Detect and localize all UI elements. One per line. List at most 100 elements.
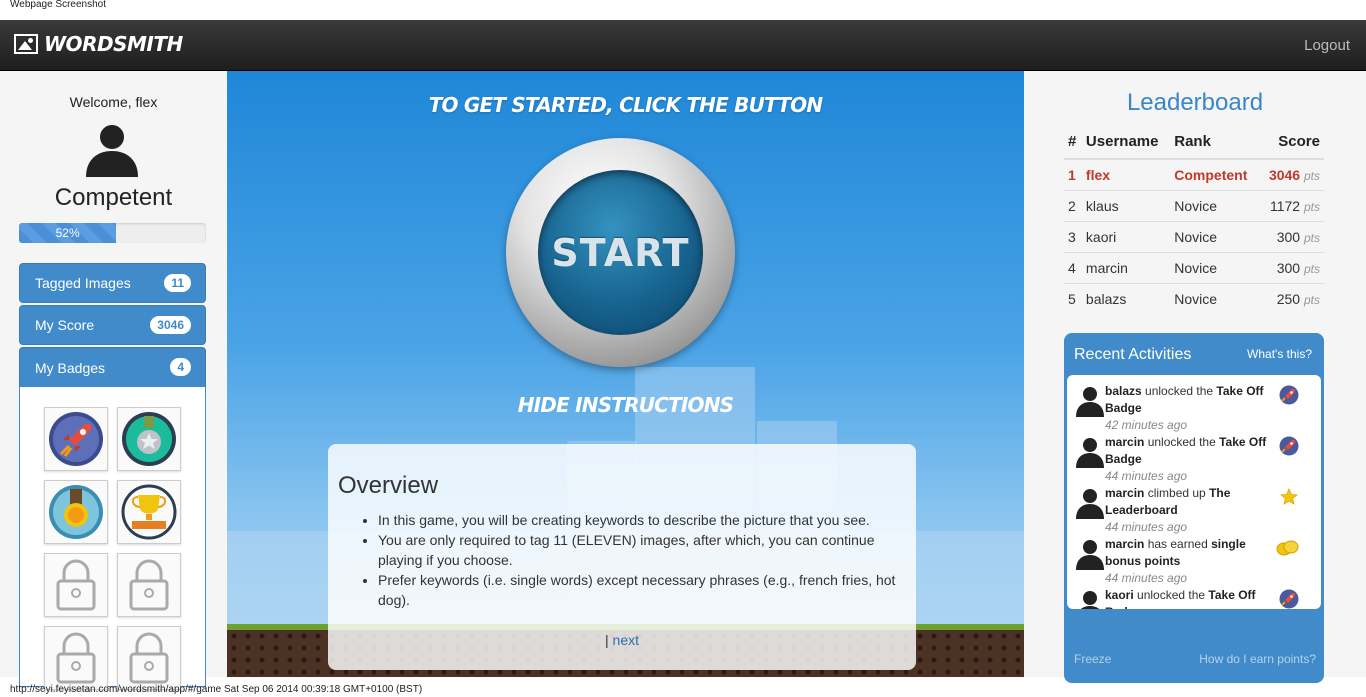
badge-locked[interactable] (44, 626, 108, 690)
start-button[interactable]: START (538, 170, 703, 335)
my-score-item[interactable]: My Score 3046 (19, 305, 206, 345)
rocket-icon (1279, 385, 1299, 405)
recent-activities-title: Recent Activities (1074, 346, 1192, 363)
col-score: Score (1259, 127, 1324, 160)
activity-user[interactable]: kaori (1105, 588, 1134, 602)
lock-icon (129, 559, 169, 611)
my-score-count: 3046 (150, 316, 191, 334)
coins-icon (1276, 540, 1299, 556)
user-avatar-icon (1076, 540, 1104, 570)
tagged-images-count: 11 (164, 274, 191, 292)
brand-logo[interactable]: WORDSMITH (14, 32, 183, 56)
badges-grid (19, 387, 206, 690)
lock-icon (56, 632, 96, 684)
freeze-link[interactable]: Freeze (1074, 652, 1111, 666)
screenshot-caption: Webpage Screenshot (10, 0, 106, 10)
overview-item: You are only required to tag 11 (ELEVEN)… (378, 530, 906, 570)
my-badges-label: My Badges (35, 360, 106, 376)
activity-action: unlocked the (1133, 588, 1209, 602)
activity-action: unlocked the (1141, 384, 1217, 398)
activity-user[interactable]: marcin (1105, 486, 1144, 500)
next-link[interactable]: next (613, 632, 639, 648)
activity-text: kaori unlocked the Take Off Badge (1105, 587, 1280, 609)
user-avatar-icon (1080, 591, 1100, 609)
row-score: 300 pts (1259, 252, 1324, 284)
badge-rocket[interactable] (44, 407, 108, 471)
whats-this-link[interactable]: What's this? (1247, 347, 1312, 361)
game-stage: TO GET STARTED, CLICK THE BUTTON START H… (227, 71, 1024, 677)
activity-feed[interactable]: balazs unlocked the Take Off Badge 42 min… (1067, 375, 1321, 609)
row-score: 300 pts (1259, 221, 1324, 253)
score-value: 300 (1276, 229, 1301, 245)
row-username[interactable]: flex (1081, 158, 1171, 191)
row-score: 250 pts (1259, 283, 1324, 315)
user-avatar-icon (1076, 489, 1104, 519)
activity-user[interactable]: marcin (1105, 537, 1144, 551)
lock-icon (56, 559, 96, 611)
badge-locked[interactable] (117, 553, 181, 617)
recent-activities-panel: Recent Activities What's this? balazs un… (1064, 333, 1324, 683)
tagged-images-item[interactable]: Tagged Images 11 (19, 263, 206, 303)
earn-points-link[interactable]: How do I earn points? (1199, 652, 1316, 666)
row-username[interactable]: klaus (1081, 190, 1171, 222)
col-username: Username (1081, 127, 1171, 160)
pts-label: pts (1303, 169, 1320, 183)
welcome-text: Welcome, flex (69, 94, 158, 110)
row-rank: Competent (1170, 158, 1260, 191)
top-navbar: WORDSMITH Logout (0, 20, 1366, 71)
user-rank-title: Competent (54, 184, 173, 211)
overview-item: In this game, you will be creating keywo… (378, 510, 906, 530)
activity-item: marcin unlocked the Take Off Badge 44 min… (1075, 434, 1315, 485)
pts-label: pts (1303, 200, 1320, 214)
rocket-icon (1279, 436, 1299, 456)
row-position: 5 (1064, 283, 1082, 315)
badge-locked[interactable] (44, 553, 108, 617)
lock-icon (129, 632, 169, 684)
badge-locked[interactable] (117, 626, 181, 690)
picture-icon (14, 34, 38, 54)
user-avatar-icon (86, 125, 138, 177)
pts-label: pts (1303, 231, 1320, 245)
hide-instructions-link[interactable]: HIDE INSTRUCTIONS (227, 393, 1024, 417)
row-rank: Novice (1170, 190, 1260, 222)
pager-separator: | (605, 632, 609, 648)
activity-item: marcin has earned single bonus points 44 … (1075, 536, 1315, 587)
row-position: 3 (1064, 221, 1082, 253)
badge-gold-medal[interactable] (44, 480, 108, 544)
start-button-ring: START (506, 138, 735, 367)
logout-link[interactable]: Logout (1304, 37, 1350, 54)
leaderboard-table: # Username Rank Score 1 flex Competent 3046… (1064, 127, 1324, 315)
row-username[interactable]: marcin (1081, 252, 1171, 284)
row-rank: Novice (1170, 252, 1260, 284)
my-badges-item[interactable]: My Badges 4 (19, 347, 206, 389)
activity-item: kaori unlocked the Take Off Badge45 minu… (1075, 587, 1315, 609)
row-position: 4 (1064, 252, 1082, 284)
row-score: 3046 pts (1259, 158, 1324, 191)
badge-trophy[interactable] (117, 480, 181, 544)
rocket-badge-icon (49, 412, 103, 466)
my-badges-count: 4 (170, 358, 191, 376)
star-medal-badge-icon (122, 412, 176, 466)
pts-label: pts (1303, 262, 1320, 276)
leaderboard-row: 4 marcin Novice 300 pts (1064, 252, 1324, 284)
activity-text: marcin has earned single bonus points (1105, 536, 1280, 570)
game-instruction-title: TO GET STARTED, CLICK THE BUTTON (428, 93, 823, 117)
gold-medal-badge-icon (49, 485, 103, 539)
badge-star-medal[interactable] (117, 407, 181, 471)
row-score: 1172 pts (1259, 190, 1324, 222)
activity-text: marcin climbed up The Leaderboard (1105, 485, 1280, 519)
score-value: 300 (1276, 260, 1301, 276)
tagged-images-label: Tagged Images (35, 275, 131, 291)
star-icon (1279, 487, 1299, 505)
trophy-badge-icon (121, 484, 177, 540)
overview-pager: | next (328, 632, 916, 648)
leaderboard-row: 5 balazs Novice 250 pts (1064, 283, 1324, 315)
leaderboard-row: 2 klaus Novice 1172 pts (1064, 190, 1324, 222)
progress-fill: 52% (19, 223, 117, 243)
activity-user[interactable]: marcin (1105, 435, 1144, 449)
row-username[interactable]: balazs (1081, 283, 1171, 315)
user-avatar-icon (1076, 387, 1104, 417)
activity-action: climbed up (1144, 486, 1210, 500)
activity-user[interactable]: balazs (1105, 384, 1142, 398)
row-username[interactable]: kaori (1081, 221, 1171, 253)
